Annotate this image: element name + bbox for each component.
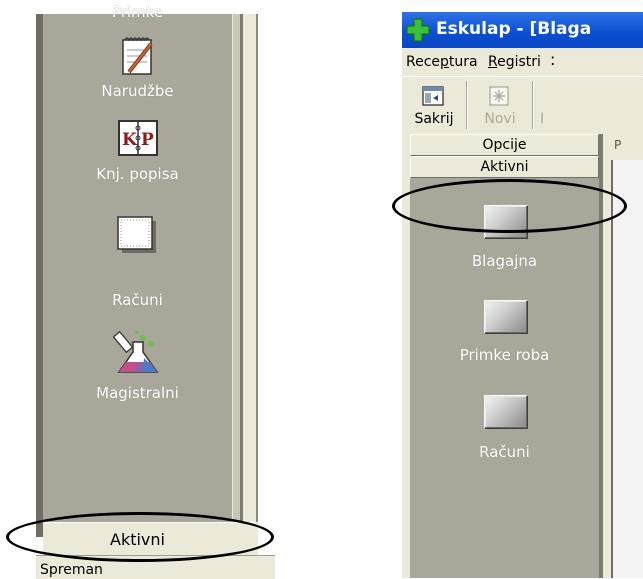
menu-registri[interactable]: Registri xyxy=(488,54,541,70)
green-cross-icon xyxy=(406,18,430,42)
svg-text:P: P xyxy=(141,130,154,150)
content-tab-strip: P xyxy=(611,134,643,160)
nav-item-racuni[interactable]: Računi xyxy=(410,373,599,468)
nav-item-narudzbe[interactable]: Narudžbe xyxy=(43,36,232,106)
nav-item-label: Primke roba xyxy=(459,346,550,364)
toolbar-separator xyxy=(532,81,534,129)
nav-item-racuni[interactable]: Računi xyxy=(43,215,232,309)
menu-receptura[interactable]: Receptura xyxy=(406,54,478,70)
nav-item-primke-roba[interactable]: Primke roba xyxy=(410,278,599,373)
splitter-highlight xyxy=(232,14,240,522)
notepad-pencil-icon xyxy=(121,37,153,75)
kp-book-icon: K P xyxy=(117,120,158,156)
novi-label: Novi xyxy=(484,111,516,127)
window-title: Eskulap - [Blaga xyxy=(436,19,592,39)
sakrij-button[interactable]: Sakrij xyxy=(402,77,466,132)
new-star-icon xyxy=(489,86,509,106)
lab-flask-icon xyxy=(112,330,158,373)
content-area[interactable] xyxy=(613,160,643,578)
group-header-aktivni[interactable]: Aktivni xyxy=(410,156,599,178)
hide-panel-icon xyxy=(422,86,444,106)
nav-item-label: Primke xyxy=(111,3,164,21)
nav-item-label: Knj. popisa xyxy=(96,165,179,183)
content-edge xyxy=(256,14,258,522)
menu-cut-off[interactable]: : xyxy=(550,50,555,69)
nav-item-magistralni[interactable]: Magistralni xyxy=(43,328,232,408)
sakrij-label: Sakrij xyxy=(414,111,454,127)
gray-button-icon xyxy=(484,395,528,429)
nav-item-label: Blagajna xyxy=(471,252,538,270)
status-text: Spreman xyxy=(40,562,103,578)
content-tab[interactable]: P xyxy=(614,138,621,152)
nav-item-label: Računi xyxy=(479,443,530,461)
invoice-page-icon xyxy=(116,216,156,253)
nav-item-knj-popisa[interactable]: K P Knj. popisa xyxy=(43,118,232,188)
novi-button[interactable]: Novi xyxy=(468,77,532,132)
splitter[interactable] xyxy=(243,14,256,522)
nav-item-label: Magistralni xyxy=(96,384,179,402)
highlight-ellipse xyxy=(392,179,627,233)
left-screenshot: Primke Narudžbe K P Knj. popisa Računi M… xyxy=(0,0,275,579)
title-bar: Eskulap - [Blaga xyxy=(402,12,643,48)
nav-item-label: Narudžbe xyxy=(101,82,174,100)
svg-text:K: K xyxy=(122,130,138,150)
left-outer-frame xyxy=(36,14,43,537)
nav-item-label: Računi xyxy=(112,291,163,309)
toolbar-cut-off: I xyxy=(540,111,545,127)
group-header-opcije[interactable]: Opcije xyxy=(410,134,599,156)
highlight-ellipse xyxy=(6,512,274,562)
right-screenshot: Eskulap - [Blaga Receptura Registri : Sa… xyxy=(392,0,643,578)
menu-bar: Receptura Registri : xyxy=(402,48,643,77)
toolbar: Sakrij Novi I xyxy=(402,77,643,132)
gray-button-icon xyxy=(484,300,528,334)
